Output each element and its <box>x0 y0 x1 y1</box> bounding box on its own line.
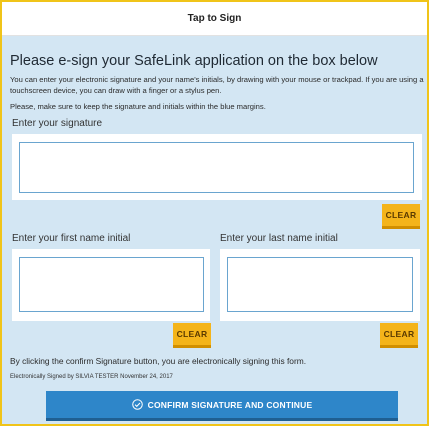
margin-note: Please, make sure to keep the signature … <box>10 102 266 111</box>
last-initial-draw-area[interactable] <box>227 257 413 312</box>
first-initial-pad[interactable] <box>12 249 210 321</box>
confirm-signature-button[interactable]: CONFIRM SIGNATURE AND CONTINUE <box>46 391 398 421</box>
clear-first-initial-button[interactable]: CLEAR <box>173 323 211 348</box>
confirm-signature-label: CONFIRM SIGNATURE AND CONTINUE <box>147 399 313 410</box>
page-title: Tap to Sign <box>187 13 242 24</box>
signature-pad[interactable] <box>12 134 422 200</box>
clear-signature-button[interactable]: CLEAR <box>382 204 420 229</box>
signature-label: Enter your signature <box>12 118 103 129</box>
first-initial-draw-area[interactable] <box>19 257 204 312</box>
panel-heading: Please e-sign your SafeLink application … <box>10 53 378 69</box>
clear-last-initial-button[interactable]: CLEAR <box>380 323 418 348</box>
check-circle-icon <box>131 399 143 410</box>
first-initial-label: Enter your first name initial <box>12 233 131 244</box>
signature-draw-area[interactable] <box>19 142 414 193</box>
signed-by-text: Electronically Signed by SILVIA TESTER N… <box>10 374 173 380</box>
legal-text: By clicking the confirm Signature button… <box>10 356 307 366</box>
last-initial-pad[interactable] <box>220 249 420 321</box>
instructions-text: You can enter your electronic signature … <box>10 75 424 95</box>
last-initial-label: Enter your last name initial <box>220 233 338 244</box>
app-frame: Tap to Sign Please e-sign your SafeLink … <box>0 0 429 426</box>
sign-panel: Please e-sign your SafeLink application … <box>2 36 427 424</box>
title-bar: Tap to Sign <box>2 2 427 35</box>
